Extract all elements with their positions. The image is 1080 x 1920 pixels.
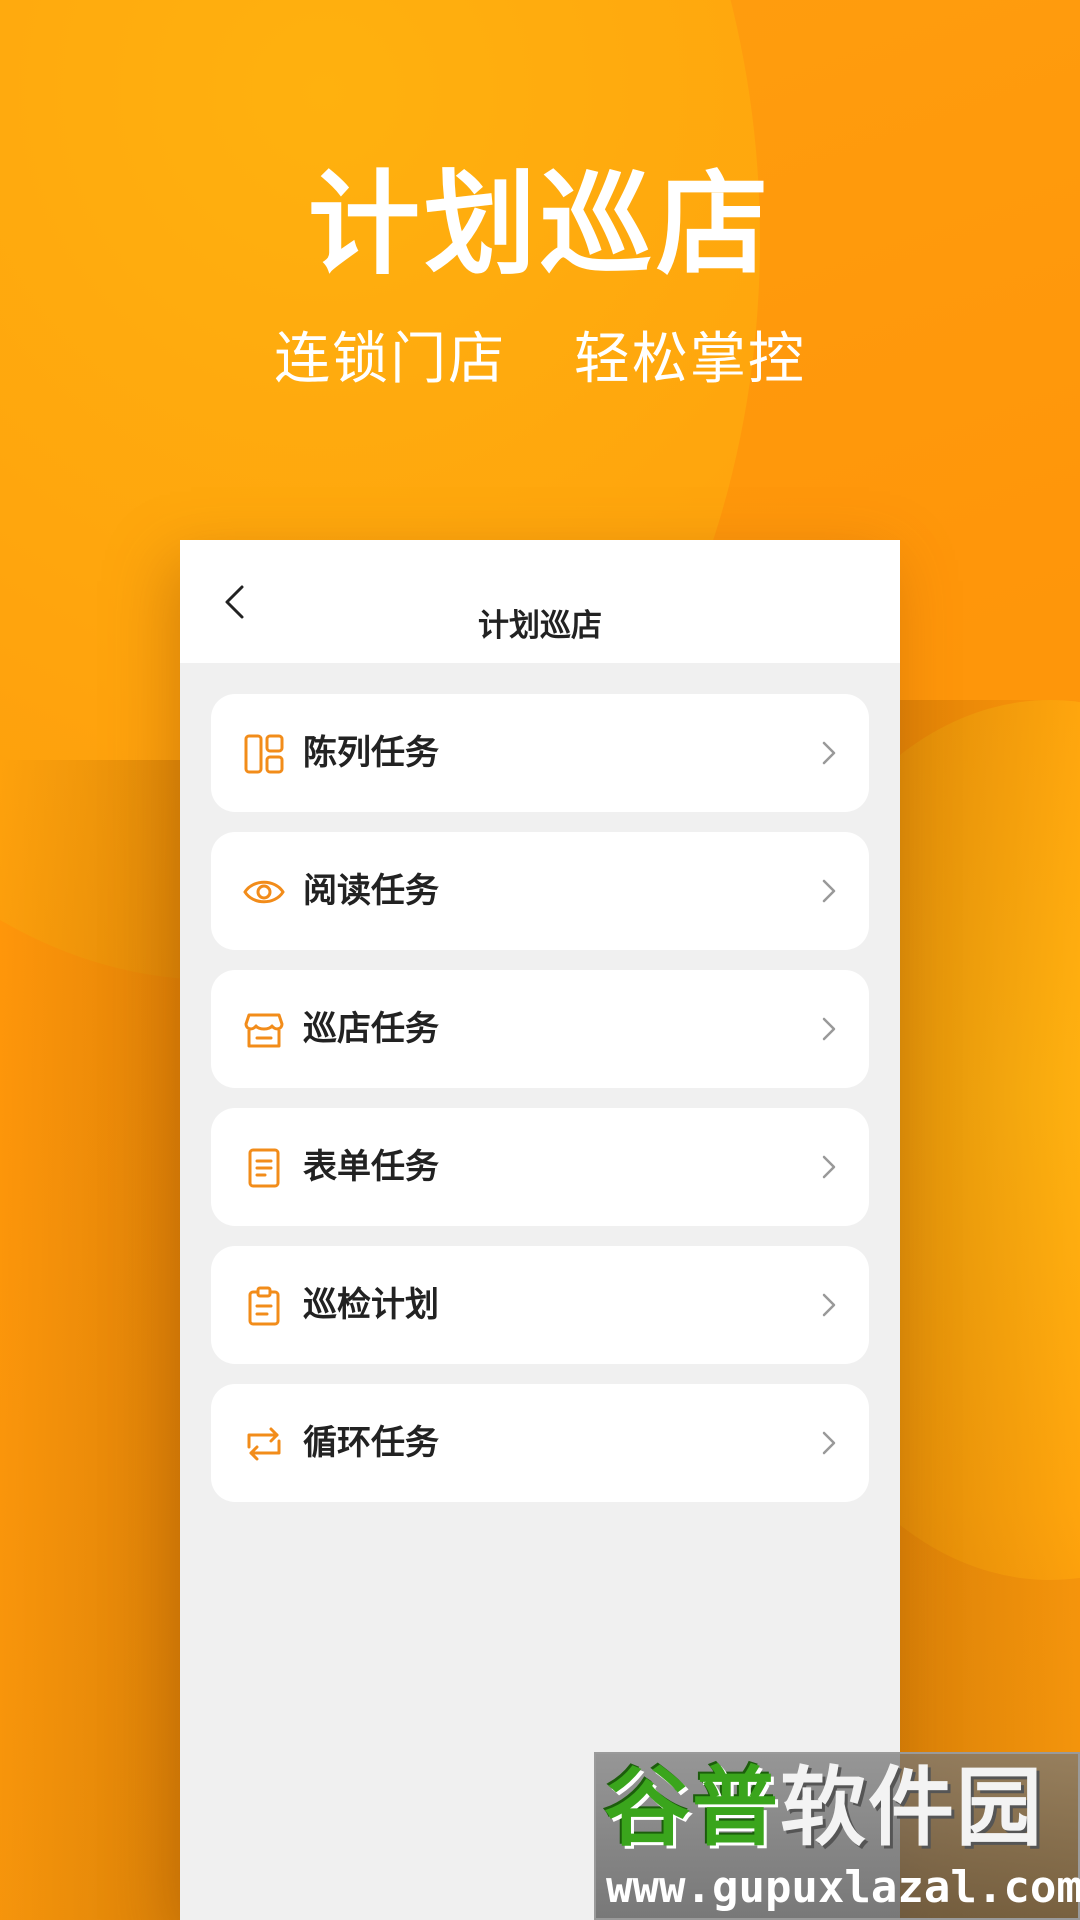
watermark: 谷普软件园 www.gupuxlazal.com (594, 1752, 1080, 1920)
chevron-right-icon (822, 1293, 836, 1317)
watermark-url: www.gupuxlazal.com (606, 1862, 1080, 1913)
menu-item-label: 阅读任务 (303, 871, 439, 911)
hero-subtitle-left: 连锁门店 (274, 327, 507, 392)
menu-item-label: 巡检计划 (303, 1285, 439, 1325)
chevron-right-icon (822, 879, 836, 903)
menu-item-label: 巡店任务 (303, 1009, 439, 1049)
document-icon (248, 1148, 280, 1188)
chevron-right-icon (822, 741, 836, 765)
layout-grid-icon (244, 734, 284, 774)
phone-shadow-right (900, 700, 1080, 1920)
watermark-title-white: 软件园 (780, 1758, 1044, 1858)
phone-shadow-left (0, 760, 190, 1920)
chevron-right-icon (822, 1431, 836, 1455)
menu-item-form-task[interactable]: 表单任务 (211, 1108, 869, 1226)
watermark-title-green: 谷普 (604, 1758, 780, 1858)
repeat-icon (247, 1427, 281, 1461)
nav-bar: 计划巡店 (180, 540, 900, 663)
hero-title: 计划巡店 (308, 160, 772, 290)
menu-item-display-task[interactable]: 陈列任务 (211, 694, 869, 812)
menu-item-label: 陈列任务 (303, 733, 439, 773)
phone-screen: 计划巡店 陈列任务 阅读任务 巡店任务 表单任务 巡检计划 循环任务 (180, 540, 900, 1920)
menu-item-read-task[interactable]: 阅读任务 (211, 832, 869, 950)
store-icon (244, 1013, 284, 1048)
eye-icon (243, 880, 285, 904)
menu-item-patrol-task[interactable]: 巡店任务 (211, 970, 869, 1088)
menu-item-label: 循环任务 (303, 1423, 439, 1463)
hero-subtitle: 连锁门店 轻松掌控 (0, 325, 1080, 395)
hero-subtitle-right: 轻松掌控 (573, 327, 806, 392)
menu-item-inspection-plan[interactable]: 巡检计划 (211, 1246, 869, 1364)
chevron-right-icon (822, 1155, 836, 1179)
clipboard-icon (248, 1286, 280, 1326)
page-title: 计划巡店 (478, 608, 602, 644)
watermark-title: 谷普软件园 (604, 1758, 1044, 1858)
chevron-right-icon (822, 1017, 836, 1041)
menu-item-label: 表单任务 (303, 1147, 439, 1187)
menu-item-recurring-task[interactable]: 循环任务 (211, 1384, 869, 1502)
